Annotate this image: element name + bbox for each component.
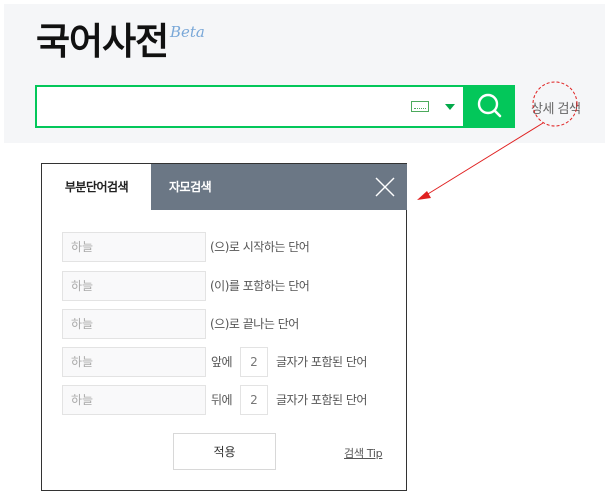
following-count-input[interactable] [240, 385, 268, 415]
arrow-head [417, 191, 431, 200]
apply-button[interactable]: 적용 [173, 433, 276, 470]
preceding-count-input[interactable] [240, 347, 268, 377]
keyboard-icon[interactable] [411, 101, 429, 112]
search-input[interactable] [35, 85, 465, 128]
advanced-search-link[interactable]: 상세 검색 [531, 98, 581, 117]
following-suffix-label: 글자가 포함된 단어 [276, 393, 367, 407]
magnifier-icon [477, 93, 502, 118]
caret-down-icon[interactable] [445, 104, 455, 110]
preceding-word-input[interactable] [62, 347, 206, 377]
ends-with-input[interactable] [62, 309, 206, 339]
contains-input[interactable] [62, 271, 206, 301]
ends-with-label: (으)로 끝나는 단어 [210, 317, 299, 331]
search-button[interactable] [465, 85, 515, 128]
preceding-suffix-label: 글자가 포함된 단어 [276, 355, 367, 369]
tab-bar: 자모검색 [151, 164, 407, 210]
close-icon [375, 177, 395, 197]
tab-jamo-search[interactable]: 자모검색 [169, 164, 212, 210]
search-tip-link[interactable]: 검색 Tip [344, 445, 383, 461]
starts-with-input[interactable] [62, 232, 206, 262]
preceding-prefix-label: 앞에 [211, 355, 233, 369]
contains-label: (이)를 포함하는 단어 [210, 279, 310, 293]
dictionary-logo[interactable]: 국어사전 [36, 16, 169, 68]
starts-with-label: (으)로 시작하는 단어 [210, 240, 310, 254]
tab-partial-word-search[interactable]: 부분단어검색 [42, 164, 151, 210]
close-button[interactable] [373, 175, 397, 199]
following-prefix-label: 뒤에 [211, 393, 233, 407]
beta-label: Beta [170, 23, 205, 41]
following-word-input[interactable] [62, 385, 206, 415]
advanced-search-dialog: 부분단어검색 자모검색 (으)로 시작하는 단어 (이)를 포함하는 단어 (으… [41, 163, 407, 491]
